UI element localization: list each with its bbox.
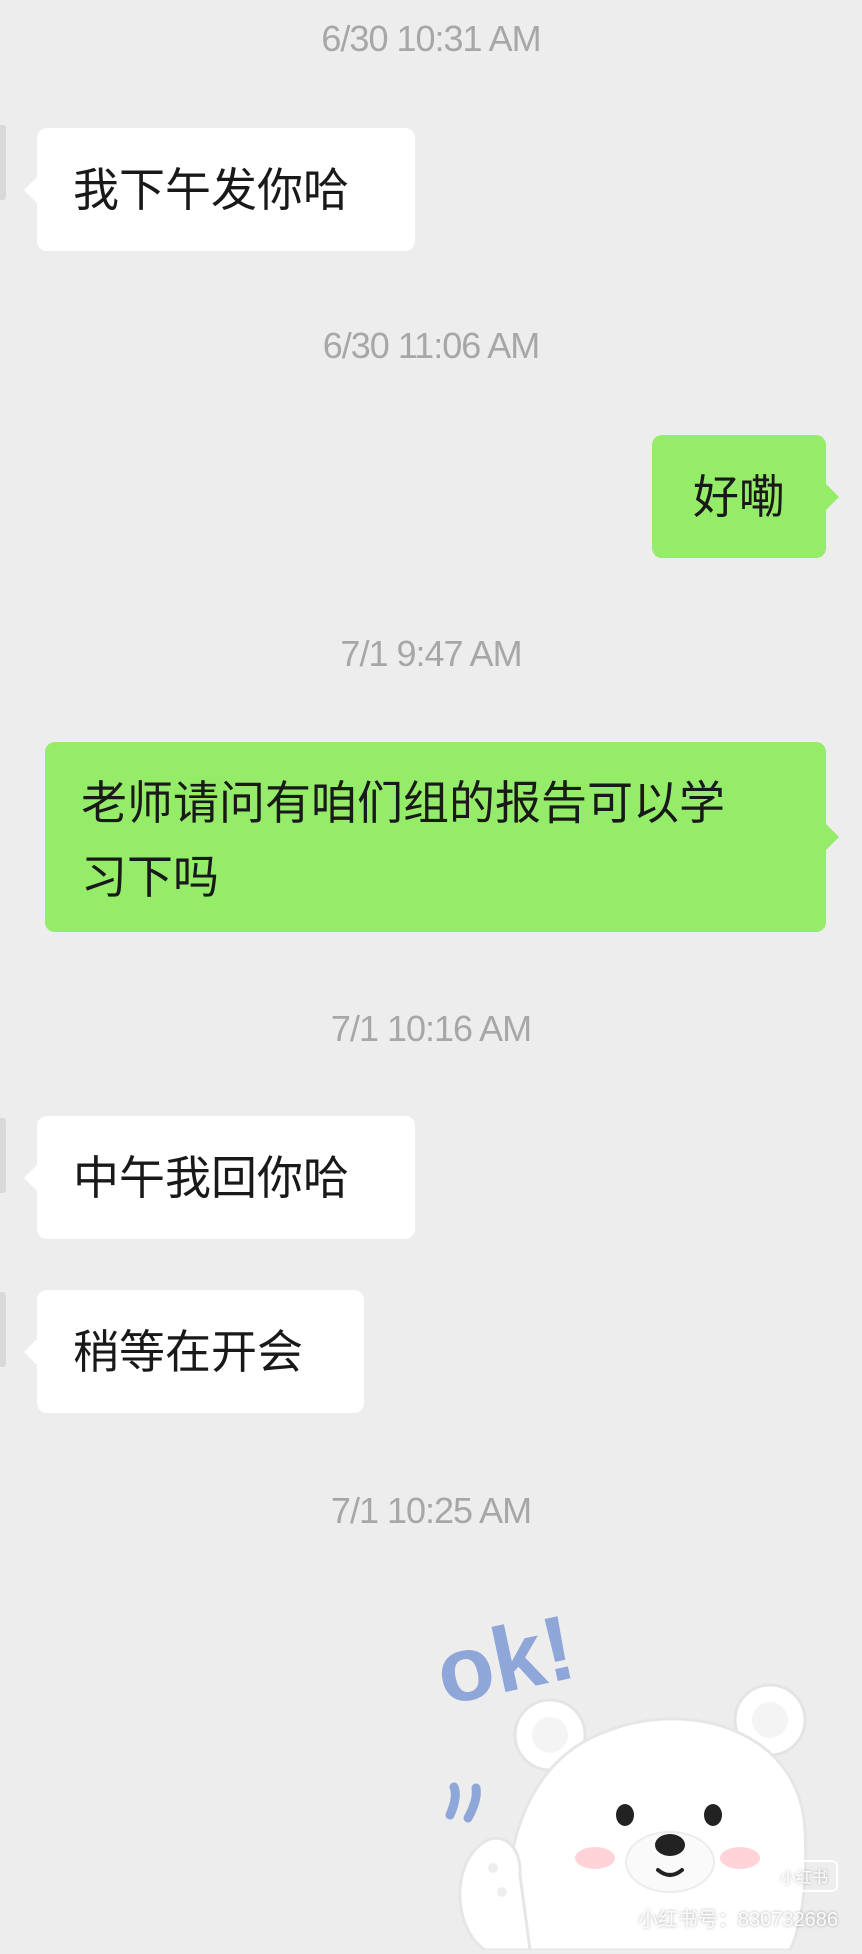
avatar-edge (0, 125, 6, 200)
timestamp: 7/1 9:47 AM (340, 633, 522, 674)
chat-conversation: 6/30 10:31 AM 我下午发你哈 6/30 11:06 AM 好嘞 7/… (0, 0, 862, 1952)
message-bubble-outgoing[interactable]: 老师请问有咱们组的报告可以学 习下吗 (45, 742, 839, 932)
message-text: 好嘞 (693, 469, 785, 524)
message-bubble-incoming[interactable]: 稍等在开会 (24, 1290, 364, 1413)
message-bubble-outgoing[interactable]: 好嘞 (652, 435, 839, 558)
timestamp: 7/1 10:16 AM (330, 1008, 532, 1049)
timestamp: 6/30 11:06 AM (322, 325, 541, 366)
message-text: 中午我回你哈 (73, 1150, 349, 1205)
avatar-edge (0, 1118, 6, 1193)
polar-bear-icon: ok! (427, 1596, 808, 1952)
message-bubble-incoming[interactable]: 中午我回你哈 (24, 1116, 415, 1239)
avatar-edge (0, 1292, 6, 1367)
watermark-badge: 小红书 (769, 1860, 838, 1892)
watermark-text: 小红书号：830732686 (637, 1909, 838, 1931)
message-bubble-incoming[interactable]: 我下午发你哈 (24, 128, 415, 251)
message-text: 我下午发你哈 (73, 162, 349, 217)
message-text-line: 老师请问有咱们组的报告可以学 (81, 776, 725, 830)
polar-bear-ok-sticker[interactable]: ok! 小红书 小红书号：830732686 (427, 1596, 862, 1952)
timestamp: 7/1 10:25 AM (330, 1490, 532, 1531)
timestamp: 6/30 10:31 AM (321, 18, 541, 59)
message-text: 稍等在开会 (73, 1324, 303, 1379)
message-text-line: 习下吗 (81, 850, 219, 904)
